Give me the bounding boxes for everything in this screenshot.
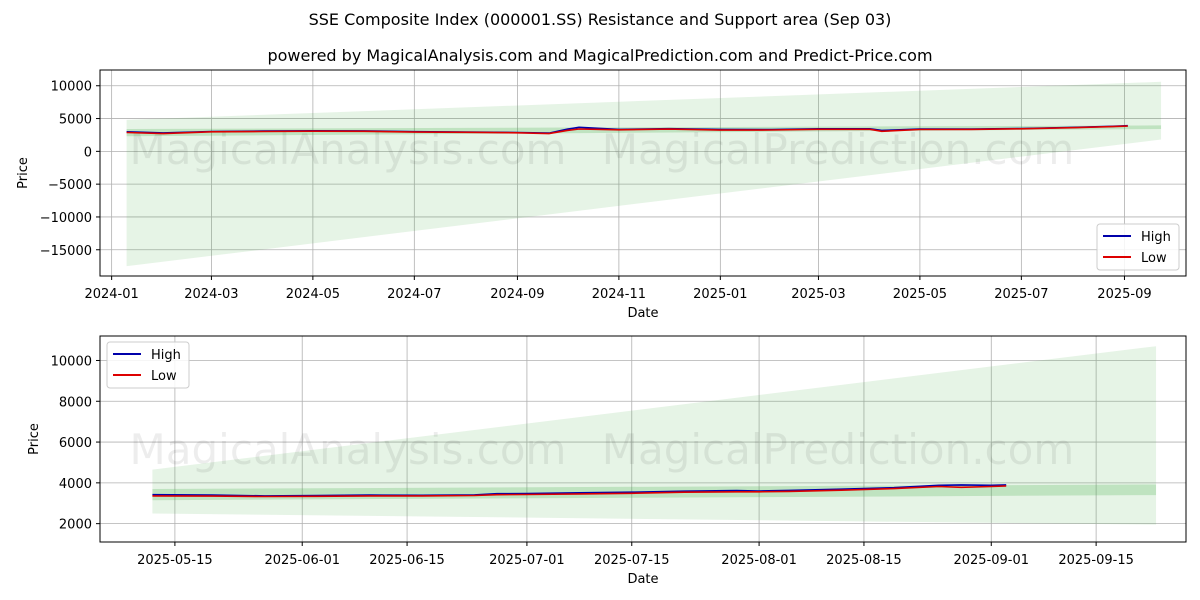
y-tick-label: 8000: [59, 395, 92, 410]
legend: High Low: [1096, 223, 1180, 271]
x-tick-label: 2025-03: [791, 287, 845, 302]
x-axis-label: Date: [627, 306, 658, 321]
x-tick-label: 2024-11: [592, 287, 646, 302]
y-tick-label: −10000: [40, 211, 92, 226]
legend-label-low: Low: [1141, 251, 1167, 266]
x-tick-label: 2024-07: [387, 287, 441, 302]
x-tick-label: 2025-01: [693, 287, 747, 302]
y-tick-label: −15000: [40, 244, 92, 259]
y-tick-label: 2000: [59, 518, 92, 533]
watermark-text: MagicalPrediction.com: [602, 125, 1075, 174]
charts-canvas: MagicalAnalysis.com MagicalPrediction.com…: [16, 69, 1187, 587]
x-tick-label: 2025-08-01: [721, 553, 797, 568]
top-chart-panel: MagicalAnalysis.com MagicalPrediction.com…: [16, 69, 1187, 321]
y-axis-label: Price: [16, 157, 31, 189]
y-tick-label: 0: [84, 145, 92, 160]
x-tick-label: 2025-09: [1097, 287, 1151, 302]
y-tick-label: 10000: [51, 80, 92, 95]
x-tick-label: 2025-09-01: [953, 553, 1029, 568]
x-tick-label: 2025-07-15: [594, 553, 670, 568]
x-tick-label: 2025-05: [893, 287, 947, 302]
legend-label-high: High: [151, 348, 181, 363]
x-tick-label: 2025-06-15: [369, 553, 445, 568]
x-tick-label: 2024-03: [184, 287, 238, 302]
y-axis-label: Price: [27, 423, 42, 455]
x-tick-label: 2025-07-01: [489, 553, 565, 568]
x-axis-label: Date: [627, 572, 658, 587]
watermark-text: MagicalPrediction.com: [602, 425, 1075, 474]
y-tick-label: 6000: [59, 436, 92, 451]
watermark-text: MagicalAnalysis.com: [130, 425, 567, 474]
x-tick-label: 2025-08-15: [826, 553, 902, 568]
x-tick-label: 2025-06-01: [264, 553, 340, 568]
y-tick-label: 10000: [51, 354, 92, 369]
x-tick-label: 2024-09: [490, 287, 544, 302]
x-tick-label: 2025-09-15: [1058, 553, 1134, 568]
y-tick-label: −5000: [48, 178, 92, 193]
x-tick-label: 2025-07: [994, 287, 1048, 302]
y-tick-label: 4000: [59, 477, 92, 492]
x-tick-label: 2024-05: [286, 287, 340, 302]
y-tick-label: 5000: [59, 113, 92, 128]
legend-label-low: Low: [151, 369, 177, 384]
legend-label-high: High: [1141, 230, 1171, 245]
x-tick-label: 2024-01: [84, 287, 138, 302]
legend: High Low: [106, 341, 190, 389]
x-tick-label: 2025-05-15: [137, 553, 213, 568]
bottom-chart-panel: MagicalAnalysis.com MagicalPrediction.com…: [27, 335, 1187, 587]
